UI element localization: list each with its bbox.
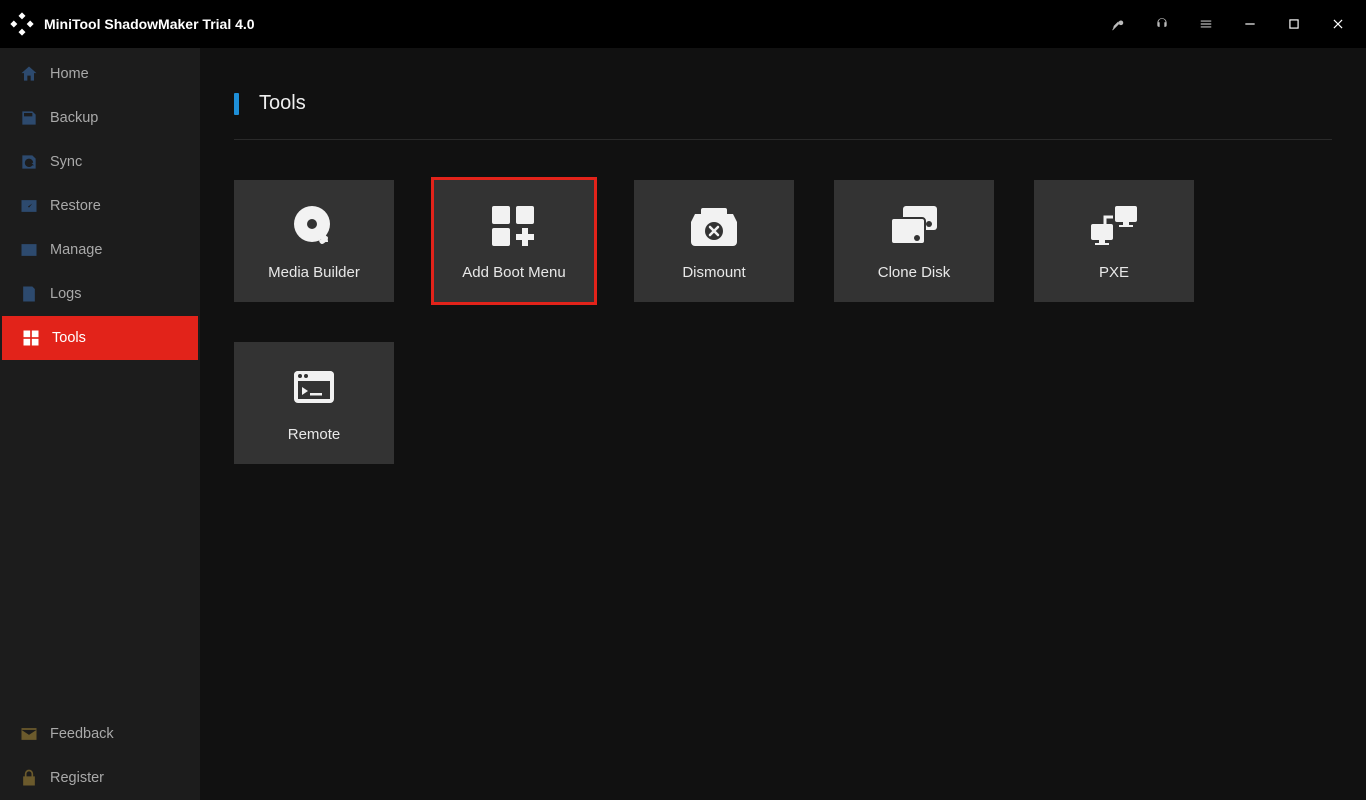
manage-icon: [18, 239, 40, 261]
sidebar-item-label: Restore: [50, 198, 101, 214]
content-area: Tools Media Builder: [200, 48, 1366, 800]
app-title: MiniTool ShadowMaker Trial 4.0: [44, 16, 255, 32]
app-logo-icon: [8, 10, 36, 38]
tool-label: Media Builder: [268, 264, 360, 281]
menu-button[interactable]: [1188, 6, 1224, 42]
tool-label: Remote: [288, 426, 341, 443]
sidebar-item-label: Sync: [50, 154, 82, 170]
restore-icon: [18, 195, 40, 217]
tool-add-boot-menu[interactable]: Add Boot Menu: [434, 180, 594, 302]
logs-icon: [18, 283, 40, 305]
sidebar-item-label: Backup: [50, 110, 98, 126]
register-icon: [18, 767, 40, 789]
dismount-icon: [689, 202, 739, 250]
sidebar: Home Backup Sync Restore Manage: [0, 48, 200, 800]
sync-icon: [18, 151, 40, 173]
home-icon: [18, 63, 40, 85]
sidebar-item-backup[interactable]: Backup: [0, 96, 200, 140]
sidebar-item-manage[interactable]: Manage: [0, 228, 200, 272]
sidebar-item-sync[interactable]: Sync: [0, 140, 200, 184]
close-button[interactable]: [1320, 6, 1356, 42]
remote-icon: [290, 364, 338, 412]
header-accent: [234, 93, 239, 115]
sidebar-item-label: Manage: [50, 242, 102, 258]
tool-label: Clone Disk: [878, 264, 951, 281]
tool-label: Add Boot Menu: [462, 264, 565, 281]
add-boot-menu-icon: [488, 202, 540, 250]
sidebar-item-restore[interactable]: Restore: [0, 184, 200, 228]
tool-pxe[interactable]: PXE: [1034, 180, 1194, 302]
pxe-icon: [1087, 202, 1141, 250]
sidebar-item-label: Tools: [52, 330, 86, 346]
support-button[interactable]: [1144, 6, 1180, 42]
sidebar-item-register[interactable]: Register: [0, 756, 200, 800]
page-title: Tools: [259, 92, 306, 115]
minimize-button[interactable]: [1232, 6, 1268, 42]
sidebar-item-label: Home: [50, 66, 89, 82]
tool-label: PXE: [1099, 264, 1129, 281]
sidebar-item-logs[interactable]: Logs: [0, 272, 200, 316]
sidebar-item-label: Logs: [50, 286, 81, 302]
tool-media-builder[interactable]: Media Builder: [234, 180, 394, 302]
clone-disk-icon: [887, 202, 941, 250]
media-builder-icon: [290, 202, 338, 250]
backup-icon: [18, 107, 40, 129]
tool-remote[interactable]: Remote: [234, 342, 394, 464]
maximize-button[interactable]: [1276, 6, 1312, 42]
page-header: Tools: [234, 88, 1332, 140]
tools-icon: [20, 327, 42, 349]
sidebar-item-label: Register: [50, 770, 104, 786]
feedback-icon: [18, 723, 40, 745]
sidebar-item-label: Feedback: [50, 726, 114, 742]
tool-label: Dismount: [682, 264, 745, 281]
tool-clone-disk[interactable]: Clone Disk: [834, 180, 994, 302]
key-button[interactable]: [1100, 6, 1136, 42]
sidebar-item-home[interactable]: Home: [0, 52, 200, 96]
sidebar-item-feedback[interactable]: Feedback: [0, 712, 200, 756]
tool-dismount[interactable]: Dismount: [634, 180, 794, 302]
title-bar: MiniTool ShadowMaker Trial 4.0: [0, 0, 1366, 48]
sidebar-item-tools[interactable]: Tools: [2, 316, 198, 360]
tool-grid: Media Builder Add Boot Menu: [234, 180, 1332, 464]
